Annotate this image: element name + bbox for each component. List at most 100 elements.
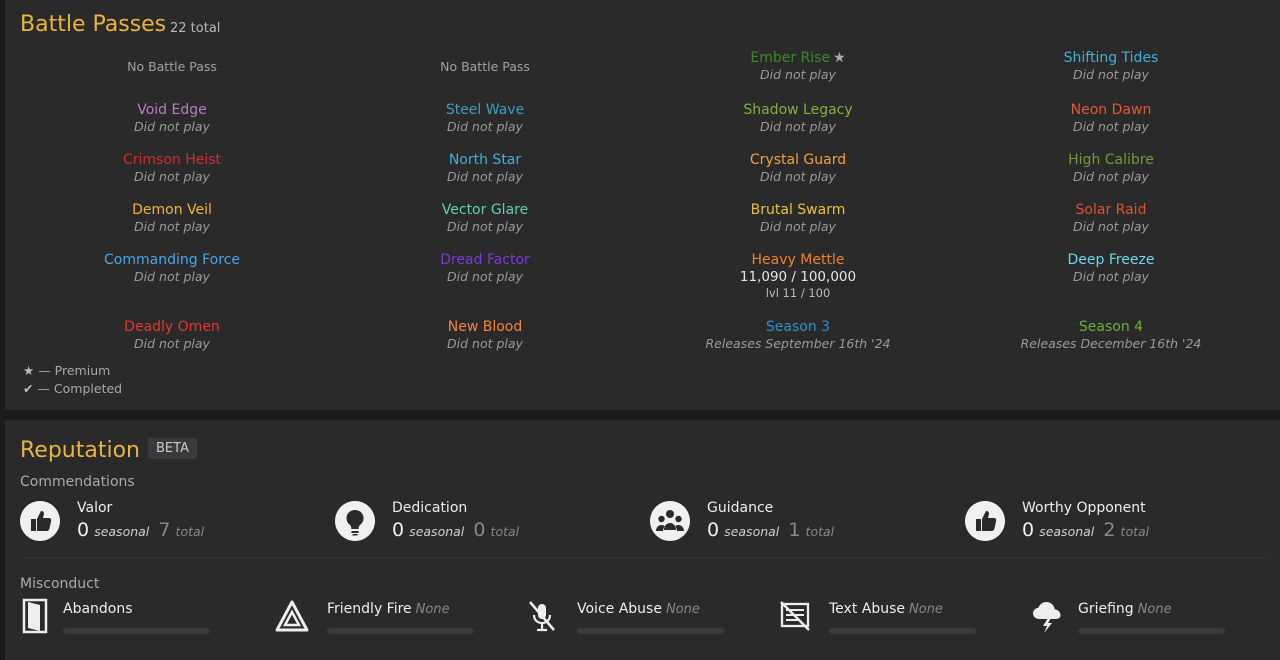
battle-pass-name: Heavy Mettle — [751, 252, 845, 268]
battle-pass-status: Releases December 16th '24 — [1020, 336, 1202, 351]
battle-pass-level: lvl 11 / 100 — [765, 286, 831, 300]
storm-cloud-icon — [1033, 602, 1061, 633]
misconduct-name: Abandons — [63, 601, 133, 617]
battle-pass-name: High Calibre — [1068, 152, 1154, 168]
battle-pass-name: Shadow Legacy — [743, 102, 853, 118]
battle-pass-heavy-mettle: Heavy Mettle 11,090 / 100,000 lvl 11 / 100 — [648, 251, 948, 301]
battle-pass-status: Did not play — [1073, 67, 1149, 82]
battle-pass-status: Did not play — [447, 269, 523, 284]
star-icon: ★ — [23, 363, 35, 378]
battle-pass-crystal-guard: Crystal Guard Did not play — [648, 151, 948, 185]
misconduct-bar — [1078, 628, 1225, 634]
battle-pass-deep-freeze: Deep Freeze Did not play — [961, 251, 1261, 285]
battle-pass-status: Did not play — [134, 169, 210, 184]
misconduct-bar — [577, 628, 724, 634]
battle-pass-status: Did not play — [134, 219, 210, 234]
battle-pass-shadow-legacy: Shadow Legacy Did not play — [648, 101, 948, 135]
misconduct-value: None — [415, 602, 450, 617]
misconduct-abandons: Abandons — [20, 598, 220, 638]
reputation-panel: Reputation BETA Commendations Valor 0 se… — [5, 420, 1280, 660]
battle-pass-name: Solar Raid — [1075, 202, 1147, 218]
battle-pass-steel-wave: Steel Wave Did not play — [335, 101, 635, 135]
battle-pass-status: Did not play — [1073, 269, 1149, 284]
battle-passes-panel: Battle Passes 22 total No Battle Pass No … — [5, 0, 1280, 410]
misconduct-value: None — [665, 602, 700, 617]
commendation-name: Worthy Opponent — [1022, 500, 1146, 516]
battle-pass-demon-veil: Demon Veil Did not play — [22, 201, 322, 235]
battle-pass-no-battle-pass: No Battle Pass — [335, 58, 635, 76]
battle-pass-name: Season 4 — [1078, 319, 1144, 335]
star-icon: ★ — [833, 50, 846, 66]
battle-pass-name: Crimson Heist — [122, 152, 222, 168]
door-icon — [22, 598, 48, 634]
battle-pass-season-3: Season 3 Releases September 16th '24 — [648, 318, 948, 352]
battle-pass-name: Deep Freeze — [1067, 252, 1155, 268]
battle-pass-season-4: Season 4 Releases December 16th '24 — [961, 318, 1261, 352]
battle-pass-name: Dread Factor — [440, 252, 530, 268]
battle-pass-status: Did not play — [447, 219, 523, 234]
commendations-label: Commendations — [20, 474, 135, 490]
battle-pass-name: Vector Glare — [441, 202, 529, 218]
battle-pass-progress: 11,090 / 100,000 — [739, 269, 857, 285]
commendation-guidance: Guidance 0 seasonal 1 total — [650, 498, 950, 544]
battle-pass-status: Did not play — [1073, 169, 1149, 184]
crossed-text-icon — [780, 601, 810, 631]
commendation-worthy-opponent: Worthy Opponent 0 seasonal 2 total — [965, 498, 1265, 544]
commendation-name: Valor — [77, 500, 113, 516]
misconduct-name: Friendly Fire — [327, 601, 412, 617]
battle-pass-status: Did not play — [760, 67, 836, 82]
battle-pass-status: Did not play — [760, 119, 836, 134]
misconduct-text-abuse: Text Abuse None — [778, 598, 988, 638]
muted-mic-icon — [529, 601, 555, 632]
battle-passes-title: Battle Passes — [20, 12, 167, 37]
misconduct-bar — [327, 628, 474, 634]
battle-pass-name: Season 3 — [765, 319, 831, 335]
battle-pass-status: Did not play — [1073, 119, 1149, 134]
battle-pass-name: Steel Wave — [445, 102, 525, 118]
battle-pass-name: New Blood — [447, 319, 523, 335]
group-icon — [650, 501, 690, 541]
battle-pass-status: Did not play — [447, 169, 523, 184]
misconduct-name: Text Abuse — [829, 601, 906, 617]
battle-pass-no-battle-pass: No Battle Pass — [22, 58, 322, 76]
commendation-values: 0 seasonal 2 total — [1022, 519, 1150, 541]
commendation-values: 0 seasonal 7 total — [77, 519, 205, 541]
battle-pass-ember-rise: Ember Rise ★ Did not play — [648, 49, 948, 83]
battle-pass-deadly-omen: Deadly Omen Did not play — [22, 318, 322, 352]
battle-pass-brutal-swarm: Brutal Swarm Did not play — [648, 201, 948, 235]
misconduct-value: None — [909, 602, 943, 617]
misconduct-voice-abuse: Voice Abuse None — [525, 598, 735, 638]
misconduct-name: Voice Abuse — [577, 601, 662, 617]
commendation-valor: Valor 0 seasonal 7 total — [20, 498, 320, 544]
legend-premium: ★ — Premium — [23, 363, 111, 378]
battle-pass-status: Did not play — [134, 269, 210, 284]
battle-pass-status: Did not play — [447, 119, 523, 134]
battle-pass-name: Shifting Tides — [1063, 50, 1159, 66]
battle-pass-status: Did not play — [447, 336, 523, 351]
misconduct-value: None — [1137, 602, 1172, 617]
battle-pass-name: No Battle Pass — [127, 59, 217, 74]
battle-pass-vector-glare: Vector Glare Did not play — [335, 201, 635, 235]
battle-pass-name: Void Edge — [137, 102, 207, 118]
commendation-name: Dedication — [392, 500, 468, 516]
commendation-name: Guidance — [707, 500, 774, 516]
section-divider — [20, 557, 1265, 558]
battle-pass-name: Deadly Omen — [124, 319, 220, 335]
battle-passes-total: 22 total — [170, 21, 221, 36]
commendation-dedication: Dedication 0 seasonal 0 total — [335, 498, 635, 544]
battle-pass-crimson-heist: Crimson Heist Did not play — [22, 151, 322, 185]
battle-pass-neon-dawn: Neon Dawn Did not play — [961, 101, 1261, 135]
battle-pass-shifting-tides: Shifting Tides Did not play — [961, 49, 1261, 83]
battle-pass-solar-raid: Solar Raid Did not play — [961, 201, 1261, 235]
misconduct-friendly-fire: Friendly Fire None — [275, 598, 485, 638]
commendation-values: 0 seasonal 1 total — [707, 519, 835, 541]
battle-pass-status: Did not play — [760, 169, 836, 184]
battle-pass-new-blood: New Blood Did not play — [335, 318, 635, 352]
thumbs-up-icon — [20, 501, 60, 541]
reputation-title: Reputation — [20, 438, 140, 463]
battle-pass-commanding-force: Commanding Force Did not play — [22, 251, 322, 285]
thumbs-up-icon — [965, 501, 1005, 541]
battle-pass-name: Crystal Guard — [749, 152, 847, 168]
battle-pass-status: Did not play — [1073, 219, 1149, 234]
battle-pass-dread-factor: Dread Factor Did not play — [335, 251, 635, 285]
